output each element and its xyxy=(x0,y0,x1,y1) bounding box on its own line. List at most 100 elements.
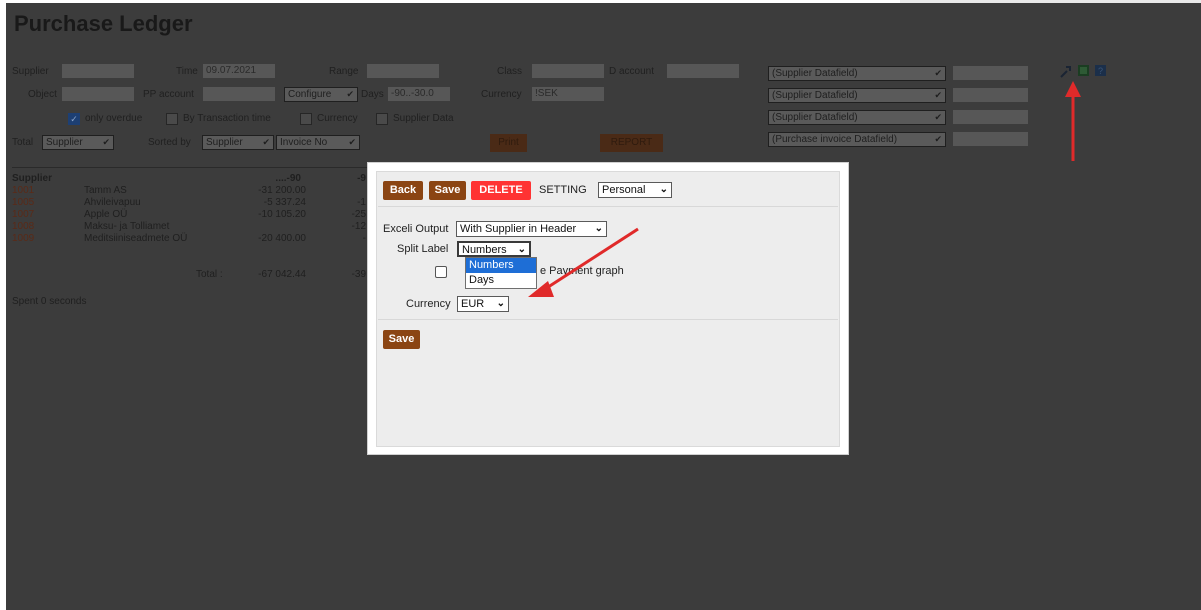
days-field[interactable]: -90..-30.0 xyxy=(388,87,450,101)
time-label: Time xyxy=(176,66,198,77)
d-account-field[interactable] xyxy=(667,64,739,78)
chevron-down-icon: ✔ xyxy=(346,89,354,99)
dimmed-page-background: Purchase Ledger Supplier Time 09.07.2021… xyxy=(6,3,1201,610)
supplier-code: 1005 xyxy=(12,197,35,208)
back-button[interactable]: Back xyxy=(383,181,423,200)
page-title: Purchase Ledger xyxy=(14,11,193,36)
setting-select[interactable]: Personal ⌄ xyxy=(598,182,672,198)
save-button[interactable]: Save xyxy=(429,181,466,200)
datafield-3-value: (Supplier Datafield) xyxy=(772,112,858,123)
table-divider xyxy=(12,167,372,168)
datafield-value-3[interactable] xyxy=(953,110,1028,124)
dialog-divider-bottom xyxy=(378,319,838,320)
purchase-invoice-datafield-select[interactable]: (Purchase invoice Datafield) ✔ xyxy=(768,132,946,147)
datafield-value-2[interactable] xyxy=(953,88,1028,102)
chevron-down-icon: ⌄ xyxy=(659,184,668,195)
currency-field[interactable]: !SEK xyxy=(532,87,604,101)
amount-col2: -12 xyxy=(351,221,366,232)
chevron-down-icon: ✔ xyxy=(934,112,942,122)
total-row-v1: -67 042.44 xyxy=(258,269,306,280)
amount-col2: -25 xyxy=(351,209,366,220)
configure-select[interactable]: Configure ✔ xyxy=(284,87,358,102)
time-field[interactable]: 09.07.2021 xyxy=(203,64,275,78)
report-button[interactable]: REPORT xyxy=(600,134,663,152)
payment-graph-checkbox[interactable] xyxy=(435,266,447,278)
supplier-field[interactable] xyxy=(62,64,134,78)
wrench-icon[interactable] xyxy=(1059,65,1072,78)
supplier-name: Ahvileivapuu xyxy=(84,197,141,208)
sorted-by-select-2[interactable]: Invoice No ✔ xyxy=(276,135,360,150)
supplier-data-label: Supplier Data xyxy=(393,113,454,124)
currency-label: Currency xyxy=(406,298,451,310)
currency-select-value: EUR xyxy=(461,298,485,310)
datafield-value-4[interactable] xyxy=(953,132,1028,146)
supplier-code: 1001 xyxy=(12,185,35,196)
split-label-select[interactable]: Numbers ⌄ xyxy=(457,241,531,257)
class-label: Class xyxy=(497,66,523,77)
svg-text:?: ? xyxy=(1098,66,1103,76)
supplier-datafield-select-2[interactable]: (Supplier Datafield) ✔ xyxy=(768,88,946,103)
datafield-2-value: (Supplier Datafield) xyxy=(772,90,858,101)
chevron-down-icon: ✔ xyxy=(262,137,270,147)
range-label: Range xyxy=(329,66,359,77)
setting-label: SETTING xyxy=(539,184,587,196)
table-header-col1: ....-90 xyxy=(275,173,301,184)
settings-dialog: Back Save DELETE SETTING Personal ⌄ Excel… xyxy=(367,162,849,455)
object-field[interactable] xyxy=(62,87,134,101)
print-button[interactable]: Print xyxy=(490,134,527,152)
range-field[interactable] xyxy=(367,64,439,78)
supplier-name: Meditsiiniseadmete OÜ xyxy=(84,233,188,244)
chevron-down-icon: ⌄ xyxy=(496,298,505,309)
only-overdue-checkbox[interactable]: ✓ xyxy=(68,113,80,125)
sorted-by-label: Sorted by xyxy=(148,137,191,148)
total-label: Total xyxy=(12,137,34,148)
currency-select[interactable]: EUR ⌄ xyxy=(457,296,509,312)
total-select[interactable]: Supplier ✔ xyxy=(42,135,114,150)
table-header-col2: -9 xyxy=(357,173,366,184)
by-transaction-time-checkbox[interactable] xyxy=(166,113,178,125)
by-transaction-time-label: By Transaction time xyxy=(183,113,271,124)
days-label: Days xyxy=(361,89,384,100)
total-row-label: Total : xyxy=(196,269,223,280)
pp-account-field[interactable] xyxy=(203,87,275,101)
supplier-data-checkbox[interactable] xyxy=(376,113,388,125)
currency-checkbox[interactable] xyxy=(300,113,312,125)
supplier-datafield-select-1[interactable]: (Supplier Datafield) ✔ xyxy=(768,66,946,81)
class-field[interactable] xyxy=(532,64,604,78)
excel-icon[interactable] xyxy=(1077,64,1090,77)
setting-select-value: Personal xyxy=(602,184,646,196)
amount-col1: -31 200.00 xyxy=(258,185,306,196)
amount-col1: -10 105.20 xyxy=(258,209,306,220)
spent-seconds-text: Spent 0 seconds xyxy=(12,296,87,307)
split-label-label: Split Label xyxy=(397,243,449,255)
dialog-divider-top xyxy=(378,206,838,207)
currency-label: Currency xyxy=(481,89,522,100)
pp-account-label: PP account xyxy=(143,89,194,100)
amount-col2: - xyxy=(362,233,366,244)
red-arrow-diagonal-icon xyxy=(528,227,639,297)
bottom-save-button[interactable]: Save xyxy=(383,330,420,349)
sorted-by-select-1[interactable]: Supplier ✔ xyxy=(202,135,274,150)
chevron-down-icon: ✔ xyxy=(934,90,942,100)
settings-dialog-panel: Back Save DELETE SETTING Personal ⌄ Excel… xyxy=(376,171,840,447)
excel-output-label: Exceli Output xyxy=(383,223,449,235)
object-label: Object xyxy=(28,89,57,100)
total-select-value: Supplier xyxy=(46,137,83,148)
supplier-label: Supplier xyxy=(12,66,49,77)
configure-select-value: Configure xyxy=(288,89,332,100)
help-icon[interactable]: ? xyxy=(1094,64,1107,77)
chevron-down-icon: ✔ xyxy=(348,137,356,147)
amount-col1: -20 400.00 xyxy=(258,233,306,244)
supplier-name: Maksu- ja Tolliamet xyxy=(84,221,170,232)
chevron-down-icon: ✔ xyxy=(934,68,942,78)
only-overdue-label: only overdue xyxy=(85,113,143,124)
table-header-supplier: Supplier xyxy=(12,173,53,184)
amount-col2: -1 xyxy=(357,197,366,208)
supplier-datafield-select-3[interactable]: (Supplier Datafield) ✔ xyxy=(768,110,946,125)
datafield-value-1[interactable] xyxy=(953,66,1028,80)
red-arrow-up-icon xyxy=(1065,81,1081,161)
delete-button[interactable]: DELETE xyxy=(471,181,531,200)
datafield-4-value: (Purchase invoice Datafield) xyxy=(772,134,898,145)
chevron-down-icon: ✔ xyxy=(102,137,110,147)
split-label-select-value: Numbers xyxy=(462,244,507,256)
